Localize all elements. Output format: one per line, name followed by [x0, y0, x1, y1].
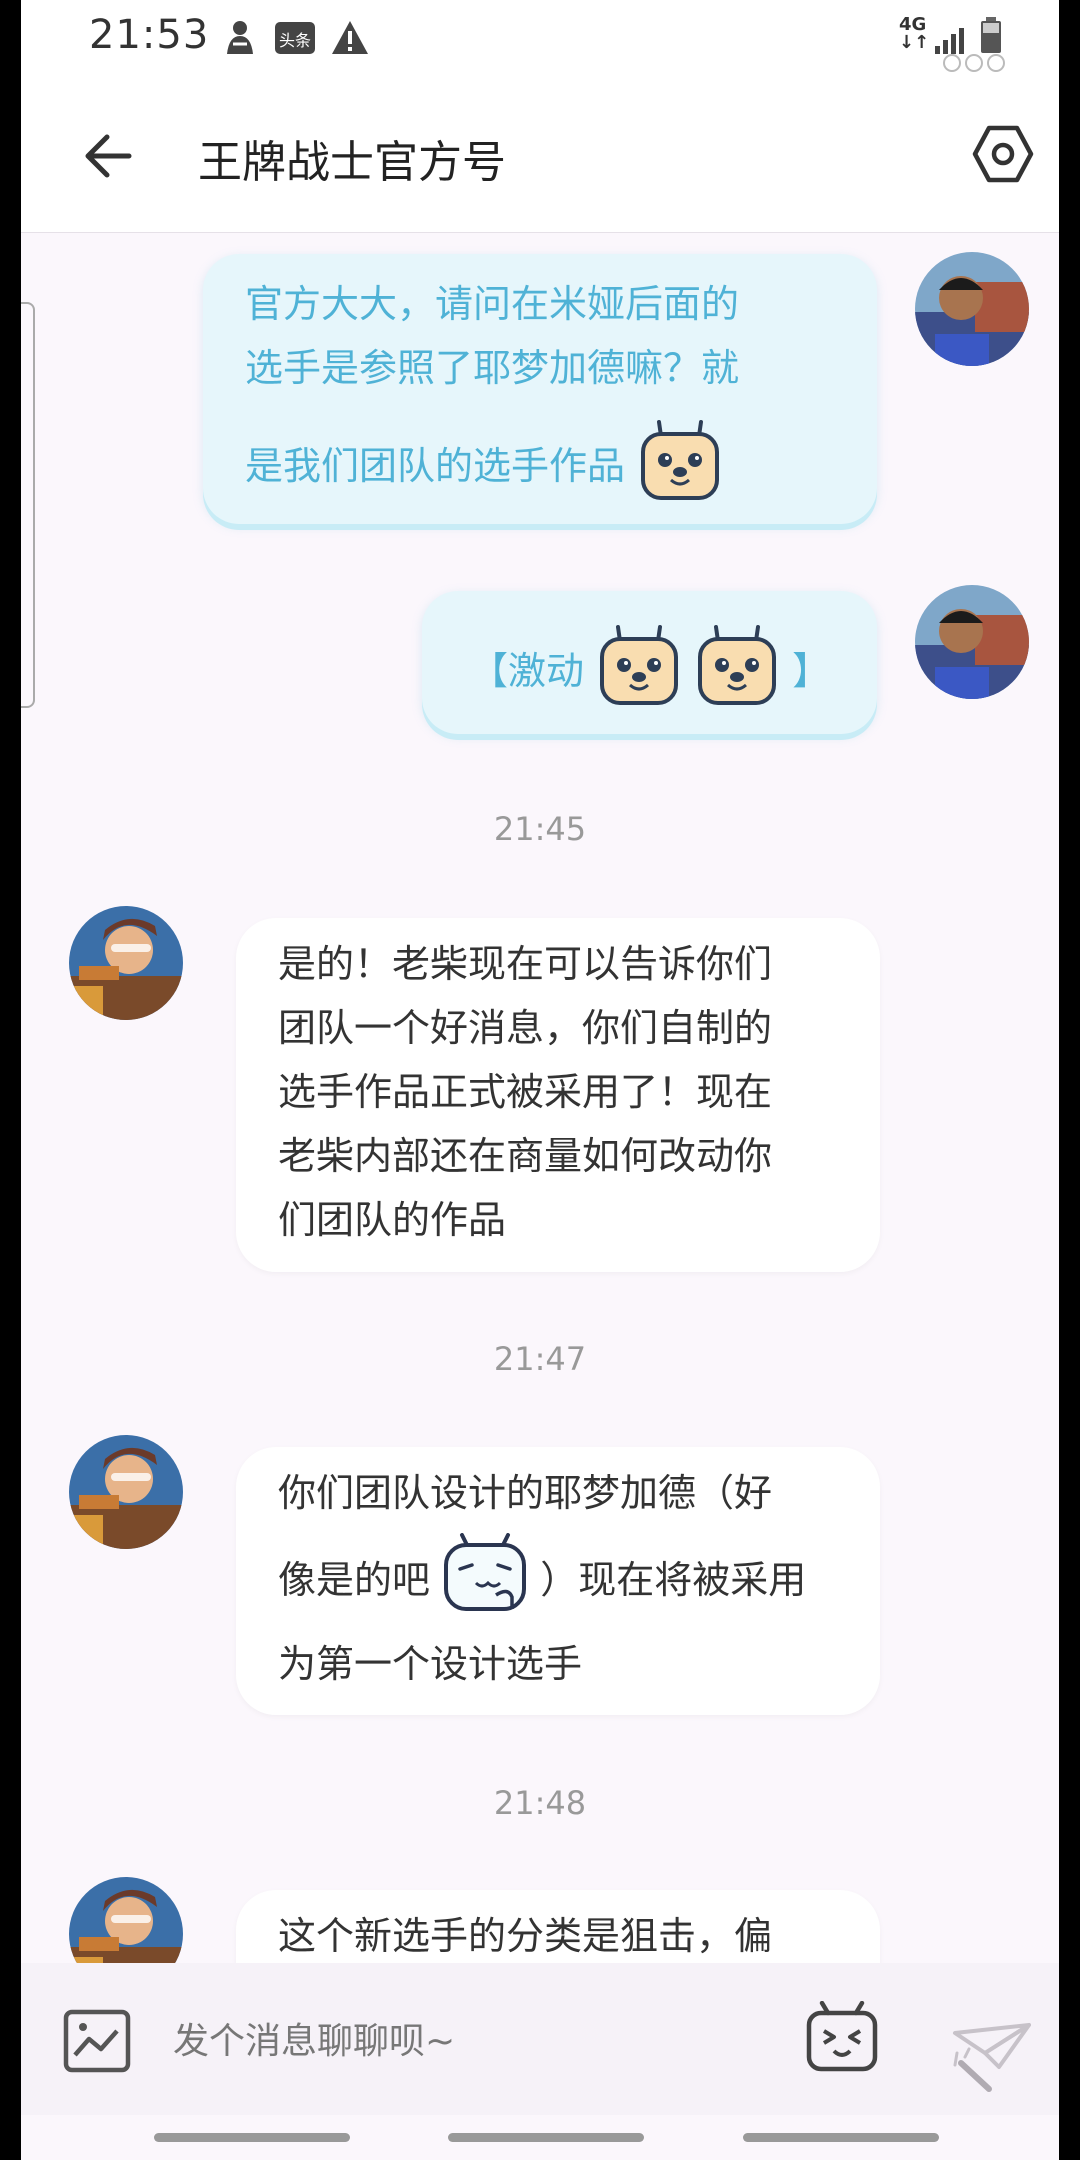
message-text-line: 为第一个设计选手 — [278, 1642, 583, 1686]
official-avatar[interactable] — [69, 906, 183, 1020]
message-text-line: 们团队的作品 — [278, 1198, 507, 1242]
image-icon — [63, 2009, 131, 2073]
message-text-line: ）现在将被采用 — [540, 1558, 807, 1602]
message-input[interactable] — [171, 2005, 795, 2077]
send-plane-icon — [953, 2023, 1031, 2092]
page-title: 王牌战士官方号 — [198, 137, 506, 188]
loading-dots-icon — [941, 52, 1007, 78]
scroll-edge-handle[interactable] — [21, 302, 35, 708]
image-button[interactable] — [63, 2009, 131, 2073]
message-bubble-outgoing[interactable]: 【激动 】 — [422, 591, 877, 734]
bilibili-shy-emoji — [442, 1533, 528, 1632]
message-text-line: 官方大大，请问在米娅后面的 — [245, 282, 740, 326]
message-text: 】 — [792, 649, 831, 693]
my-avatar[interactable] — [915, 585, 1029, 699]
settings-button[interactable] — [969, 120, 1037, 188]
message-text-line: 这个新选手的分类是狙击，偏 — [278, 1914, 773, 1958]
message-timestamp: 21:48 — [493, 1784, 587, 1822]
back-button[interactable] — [75, 122, 143, 190]
chat-header: 王牌战士官方号 — [21, 80, 1059, 233]
message-text-line: 选手作品正式被采用了！现在 — [278, 1070, 773, 1114]
warning-icon — [330, 18, 370, 62]
message-text-line: 你们团队设计的耶梦加德（好 — [278, 1471, 773, 1515]
dog-face-emoji — [637, 416, 723, 521]
bilibili-tv-emoji-icon — [806, 2000, 878, 2072]
chat-screen: 21:53 头条 4G ↓↑ 王牌战士官方号 官方大大，请问在米娅后面的 选手是… — [21, 0, 1059, 2160]
toutiao-icon: 头条 — [273, 18, 317, 62]
nav-pill-right[interactable] — [743, 2133, 939, 2142]
status-time: 21:53 — [89, 12, 210, 58]
message-timestamp: 21:45 — [493, 810, 587, 848]
message-bubble-outgoing[interactable]: 官方大大，请问在米娅后面的 选手是参照了耶梦加德嘛？就 是我们团队的选手作品 — [203, 254, 877, 524]
status-bar: 21:53 头条 4G ↓↑ — [21, 0, 1059, 80]
nav-pill-left[interactable] — [154, 2133, 350, 2142]
system-nav-bar — [21, 2115, 1059, 2160]
message-text-line: 老柴内部还在商量如何改动你 — [278, 1134, 773, 1178]
message-text-line: 团队一个好消息，你们自制的 — [278, 1006, 773, 1050]
hexagon-settings-icon — [972, 125, 1034, 183]
my-avatar[interactable] — [915, 252, 1029, 366]
network-type: 4G ↓↑ — [899, 14, 930, 53]
dog-face-emoji — [596, 621, 682, 726]
message-bubble-incoming[interactable]: 你们团队设计的耶梦加德（好 像是的吧 ）现在将被采用 为第一个设计选手 — [236, 1447, 880, 1715]
message-bubble-incoming[interactable]: 是的！老柴现在可以告诉你们 团队一个好消息，你们自制的 选手作品正式被采用了！现… — [236, 918, 880, 1272]
official-avatar[interactable] — [69, 1435, 183, 1549]
message-text: 【激动 — [470, 649, 585, 693]
arrow-left-icon — [85, 134, 132, 178]
message-input-bar — [21, 1963, 1059, 2115]
dog-face-emoji — [694, 621, 780, 726]
notification-app-icon — [223, 18, 257, 62]
message-text-line: 像是的吧 — [278, 1558, 431, 1602]
send-button[interactable] — [951, 2013, 1033, 2093]
message-timestamp: 21:47 — [493, 1340, 587, 1378]
emoji-button[interactable] — [806, 2000, 878, 2073]
svg-text:头条: 头条 — [279, 31, 311, 50]
message-text-line: 是的！老柴现在可以告诉你们 — [278, 942, 773, 986]
message-text-line: 是我们团队的选手作品 — [245, 444, 626, 488]
nav-pill-center[interactable] — [448, 2133, 644, 2142]
message-text-line: 选手是参照了耶梦加德嘛？就 — [245, 346, 740, 390]
